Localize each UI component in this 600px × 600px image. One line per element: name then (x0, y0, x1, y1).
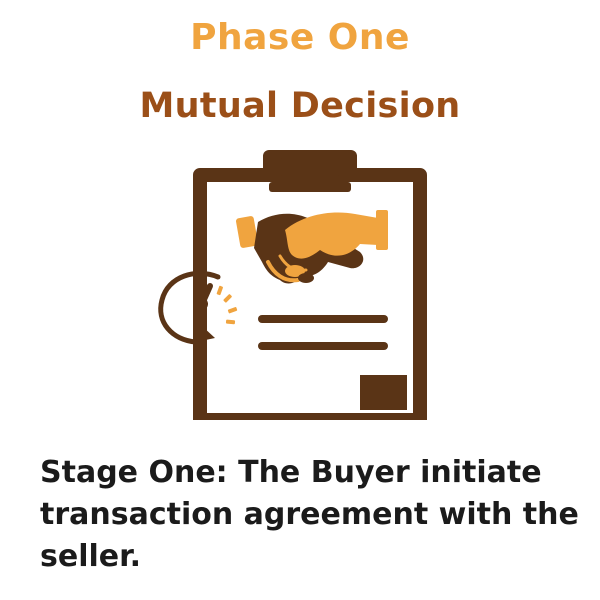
stage-description: Stage One: The Buyer initiate transactio… (40, 455, 579, 574)
clipboard-icon (158, 150, 427, 427)
clipboard-illustration (150, 150, 430, 427)
phase-subtitle: Mutual Decision (139, 86, 461, 126)
phase-title: Phase One (190, 17, 410, 58)
